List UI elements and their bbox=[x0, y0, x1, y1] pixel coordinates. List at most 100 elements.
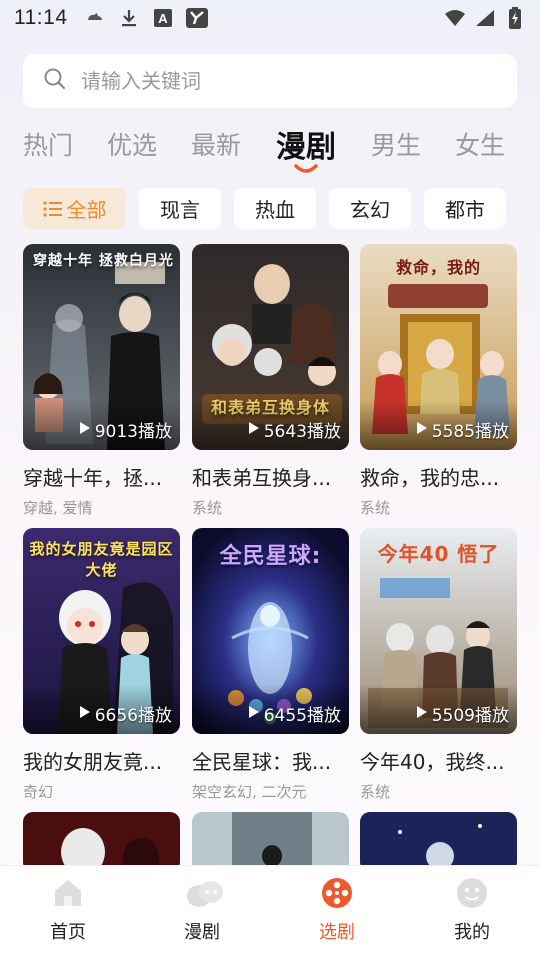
drama-title[interactable]: 穿越十年，拯... bbox=[23, 462, 180, 491]
drama-card[interactable] bbox=[360, 812, 517, 872]
drama-cover[interactable]: 救命，我的 5585播放 bbox=[360, 244, 517, 450]
home-icon bbox=[51, 876, 85, 910]
play-icon bbox=[248, 704, 260, 724]
drama-card[interactable] bbox=[192, 812, 349, 872]
svg-text:A: A bbox=[158, 11, 168, 26]
status-bar: 11:14 A bbox=[0, 0, 540, 36]
cover-title-text: 救命，我的 bbox=[395, 258, 481, 277]
drama-title[interactable]: 今年40，我终... bbox=[360, 746, 517, 775]
chip-all-label: 全部 bbox=[66, 198, 107, 222]
tab-male[interactable]: 男生 bbox=[371, 126, 421, 162]
chip-all[interactable]: 全部 bbox=[23, 188, 126, 229]
status-notification-icons: A bbox=[84, 7, 208, 29]
drama-cover[interactable]: 全民星球: 6455播放 bbox=[192, 528, 349, 734]
play-icon bbox=[416, 420, 428, 440]
chip-modern-romance[interactable]: 现言 bbox=[139, 188, 221, 229]
drama-tags: 架空玄幻, 二次元 bbox=[192, 783, 307, 801]
play-count: 5509播放 bbox=[416, 701, 509, 726]
download-icon bbox=[118, 7, 140, 29]
nav-pick-drama[interactable]: 选剧 bbox=[292, 876, 382, 944]
cover-illustration bbox=[192, 812, 349, 872]
search-icon bbox=[43, 67, 67, 95]
drama-title[interactable]: 我的女朋友竟... bbox=[23, 746, 180, 775]
nav-profile[interactable]: 我的 bbox=[427, 876, 517, 944]
play-count: 6656播放 bbox=[79, 701, 172, 726]
bottom-navigation: 首页 漫剧 选剧 我的 bbox=[0, 865, 540, 960]
drama-tags: 奇幻 bbox=[23, 783, 54, 801]
drama-card[interactable] bbox=[23, 812, 180, 872]
tab-female[interactable]: 女生 bbox=[455, 126, 505, 162]
drama-cover[interactable]: 穿越十年 拯救白月光 9013播放 bbox=[23, 244, 180, 450]
genre-filter-chips: 全部 现言 热血 玄幻 都市 bbox=[0, 188, 540, 230]
wifi-icon bbox=[444, 7, 466, 29]
nav-pick-drama-label: 选剧 bbox=[319, 922, 355, 943]
drama-card[interactable]: 今年40 悟了 5509播放 今年40，我终... 系统 bbox=[360, 528, 517, 802]
status-system-icons bbox=[444, 7, 526, 29]
y-app-icon bbox=[185, 7, 208, 29]
drama-tags: 系统 bbox=[192, 499, 223, 517]
play-count-text: 9013播放 bbox=[94, 422, 172, 442]
cat-icon bbox=[84, 7, 106, 29]
play-icon bbox=[79, 420, 91, 440]
drama-card[interactable]: 穿越十年 拯救白月光 9013播放 穿越十年，拯... 穿越, 爱情 bbox=[23, 244, 180, 518]
cover-title-text: 今年40 悟了 bbox=[377, 542, 500, 566]
nav-comic[interactable]: 漫剧 bbox=[157, 876, 247, 944]
drama-cover[interactable]: 今年40 悟了 5509播放 bbox=[360, 528, 517, 734]
play-count-text: 6656播放 bbox=[94, 706, 172, 726]
a-app-icon: A bbox=[152, 7, 174, 29]
drama-cover[interactable] bbox=[23, 812, 180, 872]
play-icon bbox=[416, 704, 428, 724]
drama-card[interactable]: 全民星球: 6455播放 全民星球：我... 架空玄幻, 二次元 bbox=[192, 528, 349, 802]
drama-tags: 系统 bbox=[360, 499, 391, 517]
list-icon bbox=[42, 200, 63, 218]
chip-urban[interactable]: 都市 bbox=[424, 188, 506, 229]
cover-illustration bbox=[360, 812, 517, 872]
play-count-text: 5643播放 bbox=[263, 422, 341, 442]
play-count-text: 5585播放 bbox=[431, 422, 509, 442]
drama-title[interactable]: 全民星球：我... bbox=[192, 746, 349, 775]
chip-hot-blooded[interactable]: 热血 bbox=[234, 188, 316, 229]
drama-cover[interactable] bbox=[360, 812, 517, 872]
comic-icon bbox=[185, 876, 223, 910]
play-count-text: 6455播放 bbox=[263, 706, 341, 726]
nav-home[interactable]: 首页 bbox=[23, 876, 113, 944]
drama-cover[interactable]: 和表弟互换身体 5643播放 bbox=[192, 244, 349, 450]
cover-title-text: 全民星球: bbox=[219, 544, 322, 569]
signal-icon bbox=[474, 7, 496, 29]
category-tabs: 热门 优选 最新 漫剧 男生 女生 bbox=[0, 120, 540, 176]
drama-card[interactable]: 和表弟互换身体 5643播放 和表弟互换身... 系统 bbox=[192, 244, 349, 518]
drama-tags: 穿越, 爱情 bbox=[23, 499, 93, 517]
active-tab-indicator bbox=[294, 164, 318, 173]
search-bar[interactable] bbox=[23, 54, 517, 108]
tab-comic-drama[interactable]: 漫剧 bbox=[276, 122, 336, 166]
nav-profile-label: 我的 bbox=[454, 922, 490, 943]
search-input[interactable] bbox=[81, 69, 481, 93]
drama-title[interactable]: 救命，我的忠... bbox=[360, 462, 517, 491]
cover-title-text: 我的女朋友竟是园区大佬 bbox=[29, 540, 174, 579]
drama-card[interactable]: 我的女朋友竟是园区大佬 6656播放 我的女朋友竟... 奇幻 bbox=[23, 528, 180, 802]
drama-tags: 系统 bbox=[360, 783, 391, 801]
nav-comic-label: 漫剧 bbox=[184, 922, 220, 943]
tab-hot[interactable]: 热门 bbox=[23, 126, 73, 162]
play-icon bbox=[248, 420, 260, 440]
cover-title-text: 穿越十年 拯救白月光 bbox=[33, 253, 174, 269]
drama-cover[interactable]: 我的女朋友竟是园区大佬 6656播放 bbox=[23, 528, 180, 734]
nav-home-label: 首页 bbox=[50, 922, 86, 943]
film-reel-icon bbox=[320, 876, 354, 910]
tab-newest[interactable]: 最新 bbox=[191, 126, 241, 162]
play-count: 6455播放 bbox=[248, 701, 341, 726]
status-time: 11:14 bbox=[14, 6, 68, 29]
play-count: 5643播放 bbox=[248, 417, 341, 442]
play-icon bbox=[79, 704, 91, 724]
play-count: 9013播放 bbox=[79, 417, 172, 442]
drama-cover[interactable] bbox=[192, 812, 349, 872]
profile-icon bbox=[455, 876, 489, 910]
play-count-text: 5509播放 bbox=[431, 706, 509, 726]
tab-featured[interactable]: 优选 bbox=[107, 126, 157, 162]
cover-illustration bbox=[23, 812, 180, 872]
battery-charging-icon bbox=[504, 7, 526, 29]
chip-fantasy[interactable]: 玄幻 bbox=[329, 188, 411, 229]
drama-title[interactable]: 和表弟互换身... bbox=[192, 462, 349, 491]
play-count: 5585播放 bbox=[416, 417, 509, 442]
drama-card[interactable]: 救命，我的 5585播放 救命，我的忠... 系统 bbox=[360, 244, 517, 518]
